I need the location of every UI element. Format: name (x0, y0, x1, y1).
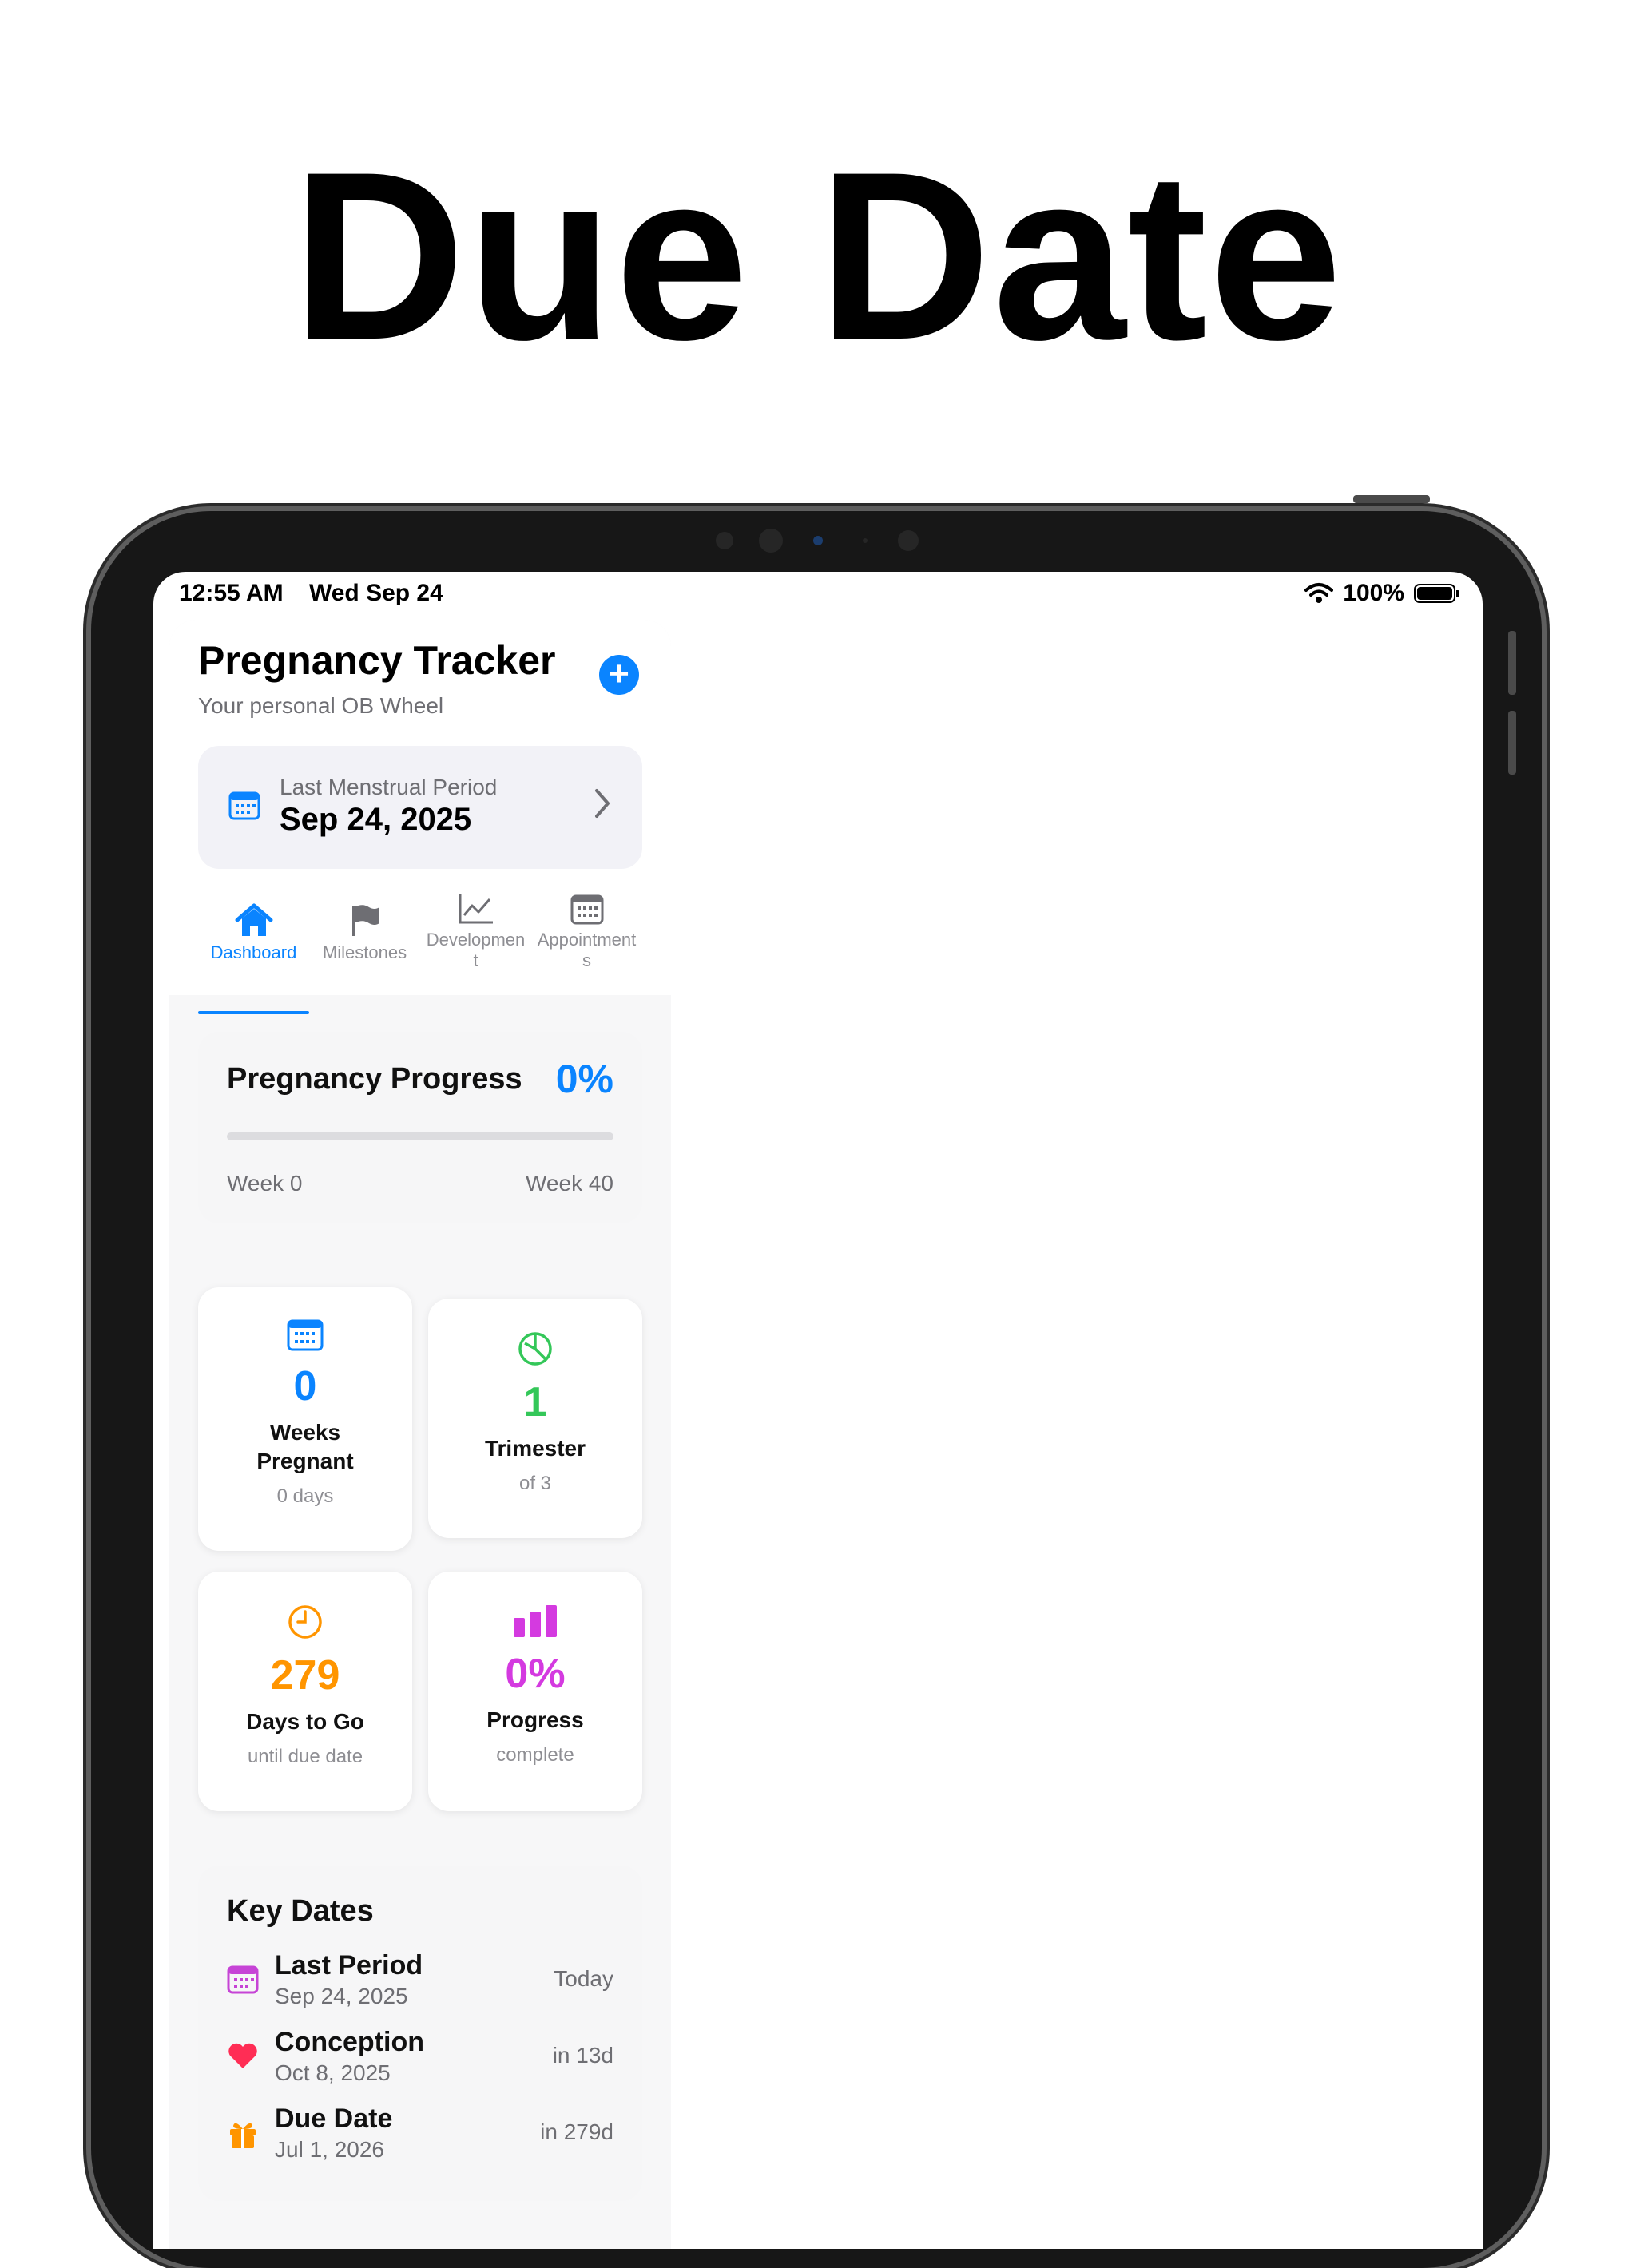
tab-appointments[interactable]: Appointment s (531, 893, 642, 971)
calendar-icon (228, 791, 260, 820)
trimester-sub: of 3 (518, 1473, 552, 1494)
days-to-go-card: 279 Days to Go until due date (198, 1572, 412, 1811)
trimester-label: Trimester (484, 1436, 586, 1461)
progress-sub: complete (496, 1744, 574, 1766)
tab-label: Appointment (537, 930, 637, 950)
top-button (1353, 495, 1430, 503)
progress-card: 0% Progress complete (428, 1572, 642, 1811)
days-to-go-label: Days to Go (246, 1709, 364, 1734)
progress-start-label: Week 0 (227, 1171, 303, 1195)
tab-label: Dashboard (210, 942, 297, 962)
ambient-sensor (863, 538, 868, 543)
weeks-value: 0 (293, 1363, 317, 1410)
flood-illuminator (898, 530, 919, 551)
weeks-label: Weeks Pregnant (198, 1418, 412, 1476)
screen: 12:55 AM Wed Sep 24 100% Pregnancy Track… (153, 572, 1483, 2249)
key-date-value: Jul 1, 2026 (275, 2137, 384, 2162)
camera-sensor (716, 532, 733, 549)
status-bar: 12:55 AM Wed Sep 24 100% (153, 572, 1483, 617)
progress-bar (227, 1132, 614, 1140)
camera-lens (759, 529, 783, 553)
key-date-row: Last Period Sep 24, 2025 Today (227, 1950, 614, 2022)
progress-label: Progress (486, 1707, 584, 1732)
tab-label: Developmen (426, 930, 526, 950)
weeks-label-line2: Pregnant (256, 1449, 354, 1473)
status-time: 12:55 AM (179, 580, 284, 606)
key-date-relative: in 13d (552, 2043, 614, 2068)
key-dates-card: Key Dates Last Period Sep 24, 2025 Today (198, 1866, 642, 2201)
days-to-go-sub: until due date (247, 1746, 363, 1767)
days-to-go-value: 279 (270, 1652, 340, 1699)
status-date: Wed Sep 24 (308, 580, 443, 606)
tab-label-wrap: s (582, 950, 591, 970)
tab-label-wrap: t (473, 950, 478, 970)
wifi-icon (1304, 583, 1334, 603)
tab-label: Milestones (322, 942, 407, 962)
headline: Due Date (292, 121, 1344, 390)
weeks-sub: 0 days (276, 1485, 334, 1507)
heart-icon (228, 2043, 257, 2068)
key-date-relative: Today (554, 1966, 614, 1991)
key-date-row: Due Date Jul 1, 2026 in 279d (227, 2103, 614, 2175)
app-subtitle: Your personal OB Wheel (198, 693, 444, 718)
calendar-icon (287, 1319, 324, 1351)
active-tab-indicator (198, 1011, 309, 1014)
gift-icon (230, 2123, 256, 2148)
weeks-pregnant-card: 0 Weeks Pregnant 0 days (198, 1287, 412, 1551)
flag-icon (351, 905, 379, 936)
key-date-name: Last Period (275, 1950, 423, 1981)
chevron-right-icon (595, 789, 610, 818)
lmp-label: Last Menstrual Period (280, 775, 498, 799)
calendar-icon (227, 1965, 259, 1994)
key-date-value: Oct 8, 2025 (275, 2060, 391, 2085)
key-date-relative: in 279d (540, 2119, 614, 2144)
key-date-row: Conception Oct 8, 2025 in 13d (227, 2027, 614, 2099)
trimester-value: 1 (523, 1379, 547, 1425)
key-date-name: Due Date (275, 2103, 393, 2134)
chart-line-icon (459, 894, 493, 924)
volume-up-button (1508, 631, 1516, 695)
sidebar: Pregnancy Tracker Your personal OB Wheel… (169, 620, 671, 2249)
clock-icon (288, 1605, 322, 1639)
progress-title: Pregnancy Progress (227, 1062, 522, 1096)
key-dates-title: Key Dates (227, 1894, 374, 1928)
lmp-date: Sep 24, 2025 (280, 802, 472, 837)
pie-chart-icon (518, 1332, 552, 1366)
trimester-card: 1 Trimester of 3 (428, 1299, 642, 1538)
house-icon (235, 903, 272, 936)
calendar-icon (570, 894, 603, 925)
tab-milestones[interactable]: Milestones (309, 902, 420, 963)
bar-chart-icon (514, 1605, 557, 1637)
tab-dashboard[interactable]: Dashboard (198, 902, 309, 963)
battery-percent: 100% (1343, 580, 1404, 606)
app-title: Pregnancy Tracker (198, 638, 556, 683)
progress-value: 0% (505, 1651, 566, 1697)
progress-end-label: Week 40 (526, 1171, 614, 1195)
sidebar-header: Pregnancy Tracker Your personal OB Wheel… (169, 620, 671, 995)
camera-indicator (813, 536, 823, 545)
progress-percent: 0% (555, 1057, 614, 1101)
tab-development[interactable]: Developmen t (420, 893, 531, 971)
battery-icon (1414, 584, 1459, 603)
key-date-name: Conception (275, 2027, 424, 2057)
add-button[interactable]: + (599, 655, 639, 695)
key-date-value: Sep 24, 2025 (275, 1984, 408, 2008)
lmp-selector[interactable]: Last Menstrual Period Sep 24, 2025 (198, 746, 642, 869)
volume-down-button (1508, 711, 1516, 775)
weeks-label-line1: Weeks (269, 1420, 341, 1445)
tab-bar: Dashboard Milestones Developmen t Appoin… (198, 893, 642, 997)
plus-icon: + (609, 654, 629, 693)
pregnancy-progress-card: Pregnancy Progress 0% Week 0 Week 40 (198, 1032, 642, 1223)
